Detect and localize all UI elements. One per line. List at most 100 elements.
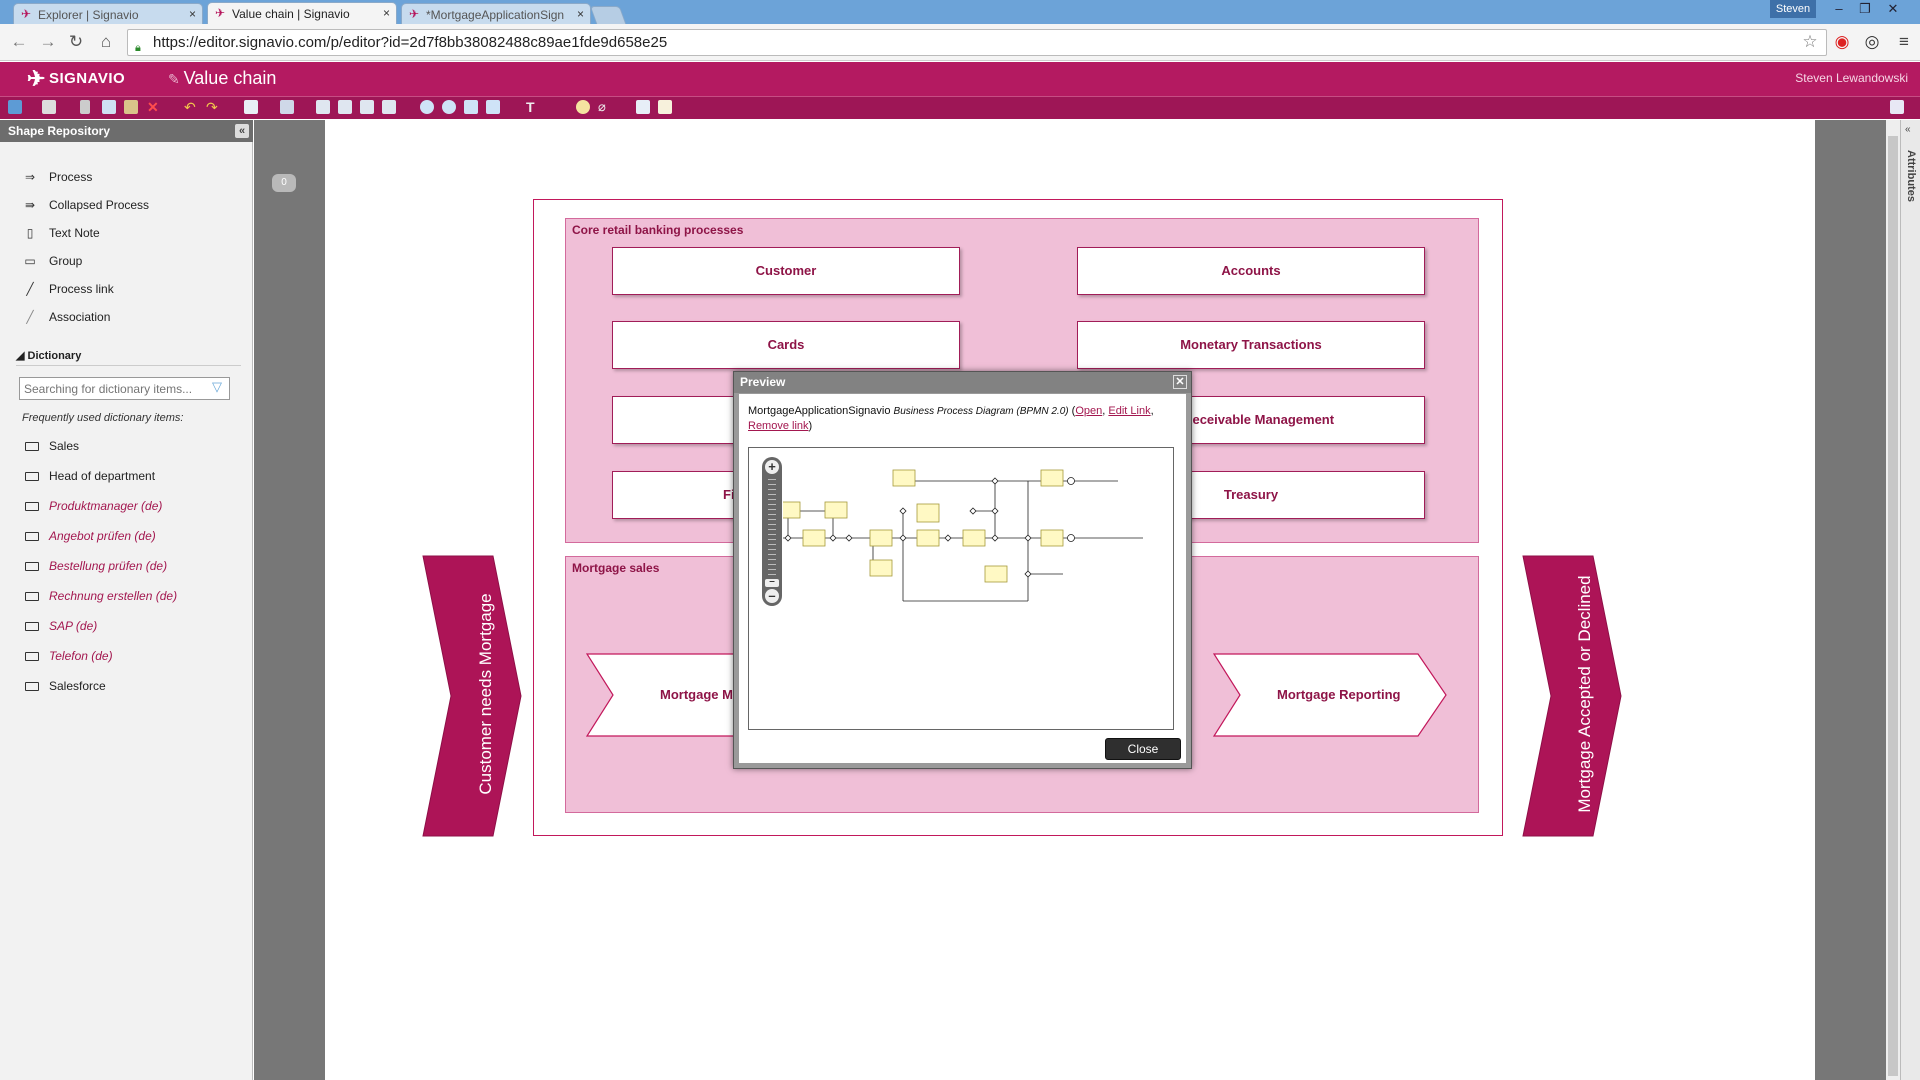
align-icon[interactable] bbox=[244, 100, 258, 114]
cut-icon[interactable] bbox=[80, 100, 90, 114]
attachment-icon[interactable]: ⌀ bbox=[598, 100, 612, 114]
attributes-tab-label[interactable]: Attributes bbox=[1905, 150, 1917, 202]
bring-to-front-icon[interactable] bbox=[316, 100, 330, 114]
filter-icon[interactable]: ▽ bbox=[212, 380, 226, 394]
dictionary-item-label: Telefon (de) bbox=[49, 649, 113, 663]
browser-tab-bar: ✈ Explorer | Signavio × ✈ Value chain | … bbox=[0, 0, 1920, 24]
home-icon[interactable]: ⌂ bbox=[96, 32, 116, 52]
signavio-logo[interactable]: ✈ SIGNAVIO bbox=[27, 66, 125, 92]
close-tab-icon[interactable]: × bbox=[383, 6, 390, 20]
delete-icon[interactable]: ✕ bbox=[147, 100, 161, 114]
language-flag-icon[interactable] bbox=[1890, 100, 1904, 114]
book-icon[interactable] bbox=[658, 100, 672, 114]
url-field[interactable]: 🔒︎ https://editor.signavio.com/p/editor?… bbox=[127, 29, 1827, 56]
panel-title: Shape Repository bbox=[8, 124, 111, 138]
redo-icon[interactable]: ↷ bbox=[206, 100, 220, 114]
dictionary-item[interactable]: Sales bbox=[24, 436, 79, 456]
close-button[interactable]: Close bbox=[1105, 738, 1181, 760]
browser-tab-mortgage[interactable]: ✈ *MortgageApplicationSign × bbox=[401, 3, 591, 24]
vertical-scrollbar[interactable] bbox=[1886, 120, 1900, 1080]
save-icon[interactable] bbox=[8, 100, 22, 114]
back-arrow-icon[interactable]: ← bbox=[9, 32, 29, 52]
opera-extension-icon[interactable]: ◉ bbox=[1832, 32, 1852, 52]
close-tab-icon[interactable]: × bbox=[189, 7, 196, 21]
edit-pencil-icon: ✎ bbox=[168, 71, 184, 87]
edit-link[interactable]: Edit Link bbox=[1108, 405, 1150, 417]
linked-diagram-type: Business Process Diagram (BPMN 2.0) bbox=[893, 406, 1069, 417]
shape-item-process[interactable]: ⇒ Process bbox=[22, 167, 92, 187]
send-backward-icon[interactable] bbox=[360, 100, 374, 114]
shape-item-process-link[interactable]: ╱ Process link bbox=[22, 279, 113, 299]
close-tab-icon[interactable]: × bbox=[577, 7, 584, 21]
dictionary-item[interactable]: Produktmanager (de) bbox=[24, 496, 162, 516]
attributes-panel-rail[interactable] bbox=[1900, 120, 1920, 1080]
start-event-chevron[interactable] bbox=[421, 554, 525, 838]
user-name[interactable]: Steven Lewandowski bbox=[1795, 71, 1908, 85]
zoom-in-icon[interactable]: + bbox=[765, 460, 779, 474]
process-accounts[interactable]: Accounts bbox=[1077, 247, 1425, 295]
shape-item-association[interactable]: ╱ Association bbox=[22, 307, 110, 327]
scrollbar-thumb[interactable] bbox=[1888, 136, 1898, 1076]
process-link-icon: ╱ bbox=[26, 282, 34, 296]
copy-icon[interactable] bbox=[102, 100, 116, 114]
zoom-in-icon[interactable] bbox=[420, 100, 434, 114]
collapse-panel-icon[interactable]: « bbox=[235, 124, 249, 138]
zoom-out-icon[interactable]: – bbox=[765, 589, 779, 603]
remove-link[interactable]: Remove link bbox=[748, 420, 809, 432]
text-format-icon[interactable]: T bbox=[526, 100, 540, 114]
close-dialog-icon[interactable]: ✕ bbox=[1173, 375, 1187, 389]
dictionary-item[interactable]: Telefon (de) bbox=[24, 646, 113, 666]
zoom-standard-icon[interactable] bbox=[464, 100, 478, 114]
dictionary-search-input[interactable] bbox=[19, 377, 230, 400]
dictionary-item[interactable]: Salesforce bbox=[24, 676, 106, 696]
signavio-favicon-icon: ✈ bbox=[409, 7, 420, 21]
process-customer[interactable]: Customer bbox=[612, 247, 960, 295]
dictionary-item[interactable]: Bestellung prüfen (de) bbox=[24, 556, 167, 576]
dictionary-item[interactable]: SAP (de) bbox=[24, 616, 97, 636]
signavio-swoosh-icon: ✈ bbox=[27, 66, 46, 91]
open-link[interactable]: Open bbox=[1075, 405, 1102, 417]
end-event-chevron[interactable] bbox=[1521, 554, 1625, 838]
reload-icon[interactable]: ↻ bbox=[66, 32, 86, 52]
dictionary-item[interactable]: Rechnung erstellen (de) bbox=[24, 586, 177, 606]
pool-title: Mortgage sales bbox=[572, 561, 660, 575]
bookmark-star-icon[interactable]: ☆ bbox=[1800, 32, 1820, 52]
chevron-label: Mortgage Ma bbox=[660, 687, 741, 702]
extension-icon[interactable]: ◎ bbox=[1862, 32, 1882, 52]
dictionary-section-toggle[interactable]: ◢ Dictionary bbox=[16, 349, 81, 362]
paste-icon[interactable] bbox=[124, 100, 138, 114]
zoom-handle[interactable]: – bbox=[765, 577, 779, 587]
paren-close: ) bbox=[808, 420, 813, 432]
zoom-fit-icon[interactable] bbox=[486, 100, 500, 114]
print-icon[interactable] bbox=[42, 100, 56, 114]
comment-icon[interactable] bbox=[576, 100, 590, 114]
process-monetary-transactions[interactable]: Monetary Transactions bbox=[1077, 321, 1425, 369]
bpmn-preview-viewport[interactable]: + – – bbox=[748, 447, 1174, 730]
zoom-slider[interactable]: + – – bbox=[762, 457, 782, 606]
layout-icon[interactable] bbox=[280, 100, 294, 114]
undo-icon[interactable]: ↶ bbox=[184, 100, 198, 114]
document-title[interactable]: ✎ Value chain bbox=[168, 68, 276, 89]
comment-count-badge[interactable]: 0 bbox=[272, 174, 296, 192]
close-window-icon[interactable]: ✕ bbox=[1880, 0, 1906, 18]
browser-tab-value-chain[interactable]: ✈ Value chain | Signavio × bbox=[207, 2, 397, 24]
dictionary-item[interactable]: Head of department bbox=[24, 466, 155, 486]
zoom-out-icon[interactable] bbox=[442, 100, 456, 114]
dictionary-item[interactable]: Angebot prüfen (de) bbox=[24, 526, 156, 546]
restore-window-icon[interactable]: ❐ bbox=[1852, 0, 1878, 18]
shape-item-group[interactable]: ▭ Group bbox=[22, 251, 82, 271]
new-tab-button[interactable] bbox=[589, 6, 627, 24]
process-cards[interactable]: Cards bbox=[612, 321, 960, 369]
browser-profile-chip[interactable]: Steven bbox=[1770, 0, 1816, 18]
browser-tab-explorer[interactable]: ✈ Explorer | Signavio × bbox=[13, 3, 203, 24]
expand-attributes-icon[interactable]: « bbox=[1905, 124, 1911, 135]
mail-icon[interactable] bbox=[636, 100, 650, 114]
send-to-back-icon[interactable] bbox=[382, 100, 396, 114]
shape-item-text-note[interactable]: ▯ Text Note bbox=[22, 223, 100, 243]
minimize-window-icon[interactable]: – bbox=[1826, 0, 1852, 18]
bring-forward-icon[interactable] bbox=[338, 100, 352, 114]
dictionary-item-label: Sales bbox=[49, 439, 80, 453]
shape-item-collapsed-process[interactable]: ⇛ Collapsed Process bbox=[22, 195, 149, 215]
forward-arrow-icon[interactable]: → bbox=[38, 32, 58, 52]
browser-menu-icon[interactable]: ≡ bbox=[1894, 32, 1914, 52]
